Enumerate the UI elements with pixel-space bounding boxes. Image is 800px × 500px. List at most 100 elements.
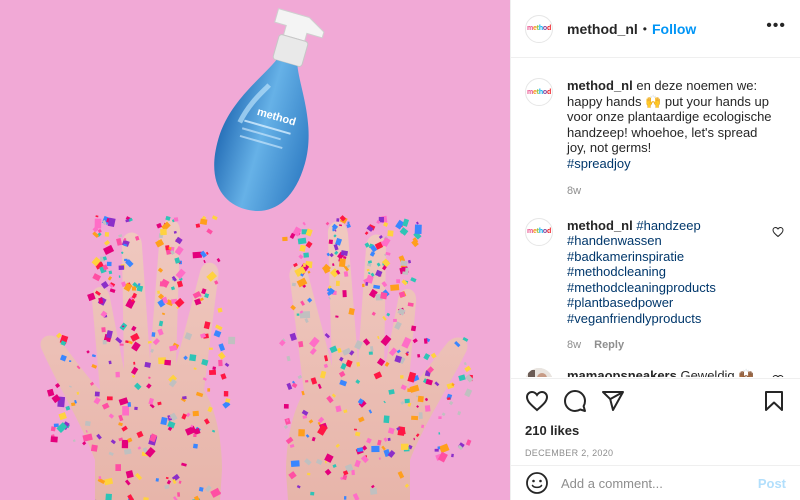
post-image: method: [0, 0, 510, 500]
brand-logo: method: [526, 88, 552, 96]
avatar[interactable]: method: [525, 78, 553, 106]
confetti-piece: [151, 332, 156, 337]
confetti-piece: [218, 359, 223, 367]
comment-username[interactable]: method_nl: [567, 218, 633, 233]
confetti-piece: [155, 478, 159, 482]
hashtag-link[interactable]: #handenwassen: [567, 233, 777, 249]
confetti-piece: [356, 362, 361, 367]
hashtag-link[interactable]: #methodcleaningproducts: [567, 280, 777, 296]
hashtag-link[interactable]: #plantbasedpower: [567, 295, 777, 311]
confetti-piece: [208, 347, 213, 350]
confetti-piece: [207, 388, 211, 392]
post-button[interactable]: Post: [758, 476, 786, 491]
add-comment-bar: Post: [511, 465, 800, 500]
comment-input[interactable]: [561, 475, 751, 491]
confetti-piece: [296, 313, 300, 316]
confetti-piece: [106, 261, 112, 267]
confetti-piece: [118, 265, 125, 270]
confetti-piece: [438, 416, 442, 420]
comment-item: method method_nl #handzeep #handenwassen…: [511, 217, 800, 354]
confetti-piece: [115, 464, 121, 471]
avatar[interactable]: method: [525, 217, 553, 246]
separator-dot: •: [642, 21, 647, 36]
confetti-piece: [335, 280, 340, 287]
confetti-piece: [396, 279, 401, 284]
follow-button[interactable]: Follow: [652, 21, 696, 37]
confetti-piece: [177, 492, 181, 497]
hashtag-link[interactable]: #veganfriendlyproducts: [567, 311, 777, 327]
avatar[interactable]: method: [525, 14, 553, 43]
hashtag-link[interactable]: #handzeep: [636, 218, 700, 233]
confetti-piece: [102, 340, 107, 345]
confetti-piece: [418, 412, 423, 419]
avatar-image: [525, 367, 553, 377]
comment-item: mamaopsneakers Geweldig 🙌🏾 🙌: [511, 367, 800, 378]
confetti-piece: [106, 396, 113, 401]
emoji-icon[interactable]: [525, 471, 549, 495]
confetti-piece: [302, 263, 306, 268]
post-sidebar: method method_nl • Follow ••• method met…: [510, 0, 800, 500]
confetti-piece: [343, 496, 347, 500]
confetti-piece: [310, 491, 315, 496]
confetti-piece: [157, 290, 161, 294]
confetti-piece: [71, 402, 76, 407]
post-date[interactable]: DECEMBER 2, 2020: [525, 448, 786, 458]
confetti-piece: [362, 283, 365, 288]
confetti-piece: [447, 397, 451, 400]
confetti-piece: [351, 469, 355, 476]
comment-username[interactable]: method_nl: [567, 78, 633, 93]
confetti-piece: [118, 275, 121, 278]
confetti-piece: [122, 325, 125, 328]
post-photo[interactable]: method: [0, 0, 510, 500]
confetti-piece: [124, 258, 128, 262]
confetti-piece: [424, 405, 431, 412]
confetti-piece: [371, 445, 380, 453]
reply-button[interactable]: Reply: [594, 339, 624, 351]
confetti-piece: [173, 217, 179, 222]
confetti-piece: [223, 391, 229, 397]
confetti-piece: [168, 247, 172, 250]
confetti-piece: [131, 286, 137, 291]
confetti-piece: [119, 343, 124, 346]
confetti-piece: [387, 230, 394, 237]
likes-count[interactable]: 210 likes: [525, 423, 786, 438]
hashtag-link[interactable]: #methodcleaning: [567, 264, 777, 280]
heart-icon[interactable]: [772, 374, 784, 378]
confetti-piece: [336, 218, 340, 222]
comment-body: mamaopsneakers Geweldig 🙌🏾 🙌: [567, 368, 777, 378]
confetti-piece: [192, 410, 199, 417]
confetti-piece: [282, 236, 288, 242]
comment-icon[interactable]: [563, 389, 587, 413]
confetti-piece: [417, 354, 421, 358]
share-icon[interactable]: [601, 389, 625, 413]
heart-icon[interactable]: [525, 389, 549, 413]
hashtag-link[interactable]: #spreadjoy: [567, 156, 777, 172]
confetti-piece: [353, 428, 357, 431]
hashtag-link[interactable]: #badkamerinspiratie: [567, 249, 777, 265]
confetti-piece: [417, 395, 424, 403]
comment-username[interactable]: mamaopsneakers: [567, 368, 677, 378]
bookmark-icon[interactable]: [762, 389, 786, 413]
confetti-piece: [212, 366, 217, 371]
username-link[interactable]: method_nl: [567, 21, 638, 37]
confetti-piece: [209, 369, 217, 376]
confetti-piece: [192, 251, 203, 259]
confetti-piece: [298, 429, 305, 437]
avatar[interactable]: [525, 367, 553, 377]
confetti-piece: [342, 290, 347, 298]
confetti-piece: [410, 325, 417, 332]
confetti-piece: [423, 338, 428, 344]
confetti-piece: [324, 460, 327, 464]
confetti-piece: [338, 258, 346, 268]
confetti-piece: [400, 443, 409, 451]
confetti-piece: [414, 224, 422, 235]
confetti-piece: [387, 437, 391, 441]
comments-list[interactable]: method method_nl en deze noemen we: happ…: [511, 59, 800, 377]
confetti-piece: [193, 433, 197, 438]
confetti-piece: [84, 420, 91, 427]
confetti-piece: [115, 371, 120, 378]
confetti-piece: [383, 415, 390, 424]
heart-icon[interactable]: [772, 226, 784, 238]
more-icon[interactable]: •••: [766, 18, 786, 34]
confetti-piece: [401, 266, 406, 272]
